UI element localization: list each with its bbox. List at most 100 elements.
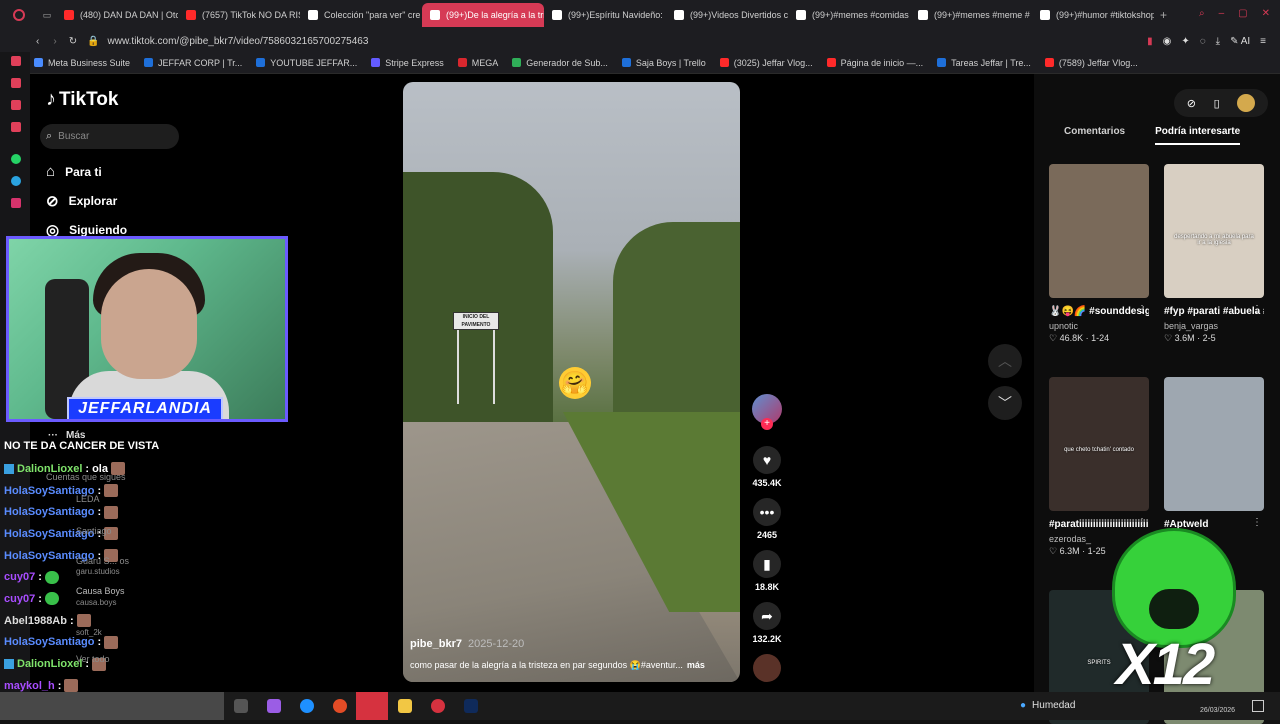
browser-tab[interactable]: (99+)Espíritu Navideño: [544, 3, 666, 27]
extensions-icon[interactable]: ✦ [1181, 36, 1189, 47]
tab-comments[interactable]: Comentarios [1064, 126, 1125, 145]
browser-tab[interactable]: Colección "para ver" cre [300, 3, 422, 27]
sidebar-opera-icon[interactable] [11, 56, 21, 66]
settings-menu-icon[interactable]: ≡ [1260, 36, 1266, 47]
browser-tab[interactable]: (99+)#memes #meme # [910, 3, 1032, 27]
browser-tab[interactable]: (99+)Videos Divertidos c [666, 3, 788, 27]
search-input[interactable]: ⌕ Buscar [40, 124, 179, 149]
tab-label: (99+)#memes #comidas [812, 10, 909, 20]
tiktok-logo[interactable]: ♪ TikTok [46, 88, 118, 111]
chrome-icon[interactable] [333, 699, 347, 713]
search-tabs-icon[interactable]: ⌕ [1199, 8, 1205, 19]
back-icon[interactable]: ‹ [36, 36, 39, 47]
creator-avatar[interactable]: + [749, 394, 785, 430]
weather-widget[interactable]: ● Humedad [1020, 700, 1075, 711]
card-title[interactable]: #paratiiiiiiiiiiiiiiiiiiiiiiiiiiii #novi… [1049, 517, 1149, 532]
browser-tab[interactable]: (99+)De la alegría a la tris [422, 3, 544, 27]
workspaces-icon[interactable]: ▭ [38, 3, 56, 27]
photoshop-icon[interactable] [464, 699, 478, 713]
maximize-icon[interactable]: ▢ [1238, 8, 1247, 19]
card-title[interactable]: 🐰😝🌈 #sounddesign... [1049, 304, 1149, 319]
video-author[interactable]: pibe_bkr7 2025-12-20 [410, 638, 524, 650]
instagram-icon[interactable] [11, 198, 21, 208]
sidebar-chat-icon[interactable] [11, 100, 21, 110]
user-avatar[interactable] [1237, 94, 1256, 112]
bookmark-item[interactable]: MEGA [457, 58, 498, 68]
sidebar-aria-icon[interactable] [11, 78, 21, 88]
nav-item-for-you[interactable]: ⌂ Para ti [46, 163, 102, 180]
video-thumbnail[interactable]: despertando a mi abuela para ir a la igl… [1164, 164, 1264, 298]
comment-button[interactable]: ••• 2465 [749, 498, 785, 540]
chat-username: maykol_h [4, 679, 55, 692]
bookmark-item[interactable]: Generador de Sub... [512, 58, 608, 68]
ai-button[interactable]: ✎ AI [1230, 36, 1250, 47]
taskbar-active-app[interactable] [356, 692, 388, 720]
bookmark-label: JEFFAR CORP | Tr... [158, 57, 243, 68]
copilot-icon[interactable] [267, 699, 281, 713]
task-view-icon[interactable] [234, 699, 248, 713]
notifications-icon[interactable] [1252, 700, 1264, 712]
opera-menu-icon[interactable] [0, 3, 38, 27]
recommended-video-card[interactable]: #Aptweld ⋮ [1164, 377, 1264, 532]
bookmark-item[interactable]: Stripe Express [371, 58, 444, 68]
bookmark-item[interactable]: YOUTUBE JEFFAR... [256, 58, 357, 68]
browser-tab[interactable]: (99+)#humor #tiktokshop [1032, 3, 1154, 27]
download-icon[interactable]: ⤓ [1216, 36, 1220, 47]
edge-icon[interactable] [300, 699, 314, 713]
recommended-video-card[interactable]: que cheto tchatin' contado #paratiiiiiiii… [1049, 377, 1149, 557]
bookmark-item[interactable]: Meta Business Suite [34, 58, 130, 68]
taskbar-search-area[interactable] [0, 692, 224, 720]
url-field[interactable]: www.tiktok.com/@pibe_bkr7/video/75860321… [108, 36, 369, 47]
minimize-icon[interactable]: – [1219, 8, 1225, 19]
card-menu-icon[interactable]: ⋮ [1137, 517, 1147, 528]
browser-tab[interactable]: (480) DAN DA DAN | Oto [56, 3, 178, 27]
video-player[interactable]: INICIO DEL PAVIMENTO 🤗 pibe_bkr7 2025-12-… [403, 82, 740, 682]
tab-recommended[interactable]: Podría interesarte [1155, 126, 1241, 145]
share-button[interactable]: ➦ 132.2K [749, 602, 785, 644]
bookmark-favicon-icon [34, 58, 43, 67]
reload-icon[interactable]: ↻ [69, 36, 77, 47]
card-title[interactable]: #fyp #parati #abuela #viral [1164, 304, 1264, 319]
bookmark-item[interactable]: JEFFAR CORP | Tr... [144, 58, 242, 68]
bookmark-flag-icon[interactable]: ▮ [1147, 36, 1153, 47]
card-menu-icon[interactable]: ⋮ [1252, 517, 1262, 528]
telegram-icon[interactable] [11, 176, 21, 186]
bookmark-item[interactable]: Saja Boys | Trello [621, 58, 706, 68]
snapshot-icon[interactable]: ◌ [1200, 36, 1206, 47]
card-menu-icon[interactable]: ⋮ [1137, 304, 1147, 315]
recommended-video-card[interactable]: despertando a mi abuela para ir a la igl… [1164, 164, 1264, 344]
recommended-video-card[interactable]: 🐰😝🌈 #sounddesign... upnotic ♡ 46.8K · 1-24… [1049, 164, 1149, 344]
browser-tab[interactable]: (7657) TikTok NO DA RIS [178, 3, 300, 27]
next-video-button[interactable]: ﹀ [988, 386, 1022, 420]
close-icon[interactable]: ✕ [1262, 8, 1270, 19]
card-username[interactable]: benja_vargas [1164, 321, 1264, 331]
whatsapp-icon[interactable] [11, 154, 21, 164]
new-tab-button[interactable]: + [1160, 8, 1167, 22]
video-thumbnail[interactable] [1164, 377, 1264, 511]
bookmark-item[interactable]: (3025) Jeffar Vlog... [719, 58, 813, 68]
device-icon[interactable]: ▯ [1214, 97, 1220, 110]
bookmark-item[interactable]: Página de inicio —... [826, 58, 923, 68]
like-button[interactable]: ♥ 435.4K [749, 446, 785, 488]
vpn-icon[interactable]: ◉ [1163, 36, 1172, 47]
card-username[interactable]: upnotic [1049, 321, 1149, 331]
video-thumbnail[interactable] [1049, 164, 1149, 298]
music-disc[interactable] [749, 654, 785, 682]
opera-icon[interactable] [431, 699, 445, 713]
bookmark-item[interactable]: (7589) Jeffar Vlog... [1044, 58, 1138, 68]
follow-plus-icon[interactable]: + [761, 418, 773, 430]
card-menu-icon[interactable]: ⋮ [1252, 304, 1262, 315]
bookmark-favicon-icon [457, 58, 467, 67]
previous-video-button[interactable]: ︿ [988, 344, 1022, 378]
browser-tab[interactable]: (99+)#memes #comidas [788, 3, 910, 27]
nav-item-explore[interactable]: ⊘ Explorar [46, 192, 117, 210]
taskbar-date[interactable]: 26/03/2026 [1200, 707, 1235, 714]
bookmark-item[interactable]: Tareas Jeffar | Tre... [937, 58, 1031, 68]
file-explorer-icon[interactable] [398, 699, 412, 713]
video-thumbnail[interactable]: que cheto tchatin' contado [1049, 377, 1149, 511]
caption-more-link[interactable]: más [687, 660, 705, 670]
forward-icon[interactable]: › [53, 36, 56, 47]
save-button[interactable]: ▮ 18.8K [749, 550, 785, 592]
explore-compass-icon[interactable]: ⊘ [1187, 97, 1196, 110]
sidebar-workspace-icon[interactable] [11, 122, 21, 132]
